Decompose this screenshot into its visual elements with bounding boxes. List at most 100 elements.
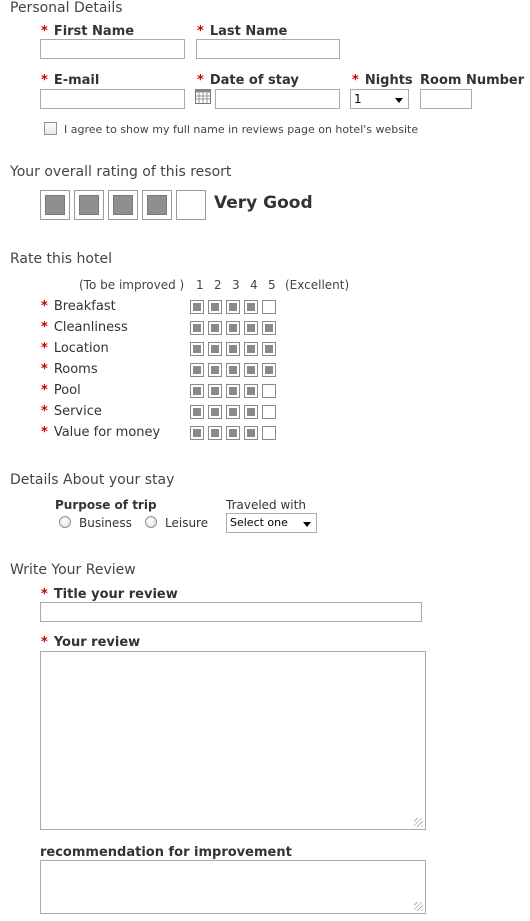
criteria-rating-box[interactable] [190,384,204,398]
criteria-rating-box[interactable] [262,342,276,356]
last-name-input[interactable] [196,39,340,59]
nights-label: * Nights [352,73,413,88]
traveled-with-value: Select one [230,516,288,529]
rating-fill [247,324,255,332]
scale-number: 5 [268,278,276,292]
your-review-label: * Your review [41,635,141,650]
criteria-rating-box[interactable] [208,342,222,356]
criteria-rating-box[interactable] [208,300,222,314]
overall-rating-box[interactable] [142,190,172,220]
criteria-label: * Value for money [41,425,161,440]
email-label: * E-mail [41,73,100,88]
criteria-rating-box[interactable] [226,426,240,440]
criteria-rating-box[interactable] [208,321,222,335]
criteria-rating-box[interactable] [262,321,276,335]
resize-grip-icon[interactable] [414,818,423,827]
criteria-rating-box[interactable] [190,342,204,356]
scale-high-label: (Excellent) [285,278,350,292]
room-number-input[interactable] [420,89,472,109]
rating-fill [211,429,219,437]
criteria-rating-box[interactable] [262,363,276,377]
criteria-rating-box[interactable] [226,405,240,419]
criteria-rating-box[interactable] [190,300,204,314]
overall-rating-box[interactable] [108,190,138,220]
rating-fill [211,324,219,332]
rating-fill [247,408,255,416]
date-of-stay-input[interactable] [215,89,340,109]
rating-fill [247,387,255,395]
overall-rating-box[interactable] [74,190,104,220]
first-name-input[interactable] [40,39,185,59]
overall-rating-stars[interactable] [40,190,210,220]
criteria-rating-box[interactable] [226,342,240,356]
rating-fill [229,324,237,332]
criteria-rating-box[interactable] [244,300,258,314]
rating-fill [193,408,201,416]
criteria-rating-box[interactable] [244,321,258,335]
date-of-stay-label: * Date of stay [197,73,299,88]
business-label: Business [79,516,132,530]
review-title-input[interactable] [40,602,422,622]
criteria-rating-box[interactable] [208,405,222,419]
criteria-rating-box[interactable] [262,300,276,314]
overall-rating-box[interactable] [176,190,206,220]
rating-fill [247,303,255,311]
overall-rating-text: Very Good [214,193,313,213]
criteria-rating-box[interactable] [208,384,222,398]
calendar-icon[interactable] [195,89,211,104]
room-number-label: Room Number [420,73,525,88]
rating-fill [193,324,201,332]
first-name-label: * First Name [41,24,135,39]
purpose-label: Purpose of trip [55,498,157,512]
email-input[interactable] [40,89,185,109]
business-radio[interactable] [59,516,71,528]
recommendation-textarea[interactable] [40,860,426,914]
your-review-textarea[interactable] [40,651,426,830]
scale-number: 3 [232,278,240,292]
agree-checkbox[interactable] [44,122,57,135]
criteria-rating-box[interactable] [190,321,204,335]
recommendation-label: recommendation for improvement [40,845,292,860]
scale-number: 4 [250,278,258,292]
rating-fill [229,345,237,353]
last-name-label: * Last Name [197,24,288,39]
criteria-rating-box[interactable] [226,384,240,398]
criteria-rating-box[interactable] [244,363,258,377]
criteria-rating-box[interactable] [262,384,276,398]
overall-rating-box[interactable] [40,190,70,220]
criteria-rating-box[interactable] [244,384,258,398]
nights-select[interactable]: 1 [350,89,409,109]
rating-fill [265,324,273,332]
criteria-rating-box[interactable] [244,405,258,419]
criteria-rating-box[interactable] [190,405,204,419]
rating-fill [229,429,237,437]
traveled-with-label: Traveled with [226,498,306,512]
criteria-rating-box[interactable] [226,321,240,335]
criteria-label: * Cleanliness [41,320,128,335]
stay-details-heading: Details About your stay [10,472,175,488]
rating-fill [193,345,201,353]
criteria-rating-box[interactable] [226,300,240,314]
personal-details-heading: Personal Details [10,0,123,16]
resize-grip-icon[interactable] [414,902,423,911]
rating-fill [229,366,237,374]
criteria-rating-box[interactable] [244,426,258,440]
rating-fill [193,429,201,437]
criteria-rating-box[interactable] [190,363,204,377]
criteria-rating-box[interactable] [208,426,222,440]
rating-fill [193,366,201,374]
rate-hotel-heading: Rate this hotel [10,251,112,267]
leisure-label: Leisure [165,516,209,530]
criteria-rating-box[interactable] [244,342,258,356]
rating-fill [247,366,255,374]
rating-fill [265,345,273,353]
criteria-rating-box[interactable] [262,405,276,419]
leisure-radio[interactable] [145,516,157,528]
criteria-rating-box[interactable] [262,426,276,440]
rating-fill [247,429,255,437]
traveled-with-select[interactable]: Select one [226,513,317,533]
criteria-rating-box[interactable] [190,426,204,440]
criteria-label: * Rooms [41,362,98,377]
criteria-rating-box[interactable] [208,363,222,377]
criteria-rating-box[interactable] [226,363,240,377]
